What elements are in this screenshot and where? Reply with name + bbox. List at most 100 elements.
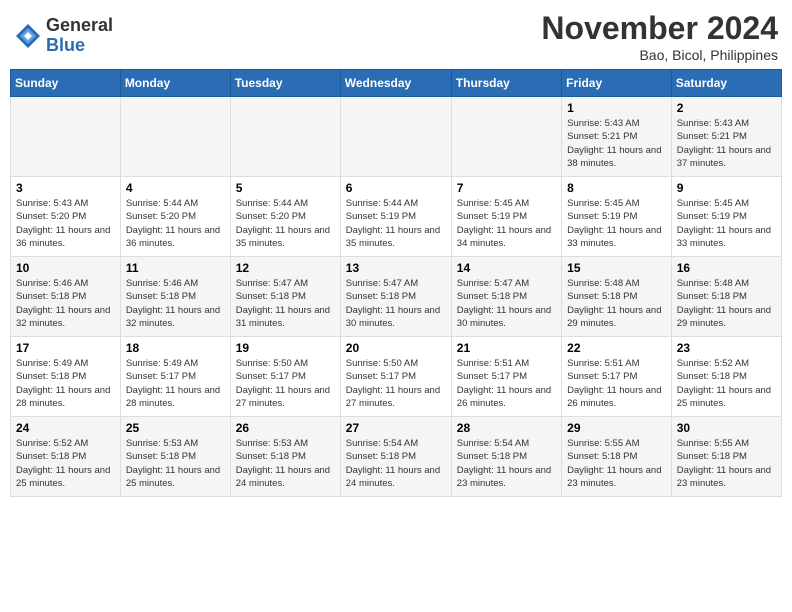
day-info: Sunrise: 5:44 AMSunset: 5:20 PMDaylight:… <box>236 197 335 250</box>
calendar-cell: 8 Sunrise: 5:45 AMSunset: 5:19 PMDaylight… <box>562 177 672 257</box>
day-info: Sunrise: 5:45 AMSunset: 5:19 PMDaylight:… <box>457 197 556 250</box>
day-number: 16 <box>677 261 776 275</box>
day-info: Sunrise: 5:49 AMSunset: 5:17 PMDaylight:… <box>126 357 225 410</box>
calendar-cell: 6 Sunrise: 5:44 AMSunset: 5:19 PMDaylight… <box>340 177 451 257</box>
day-number: 30 <box>677 421 776 435</box>
calendar-cell: 12 Sunrise: 5:47 AMSunset: 5:18 PMDayligh… <box>230 257 340 337</box>
day-number: 10 <box>16 261 115 275</box>
calendar-cell: 7 Sunrise: 5:45 AMSunset: 5:19 PMDaylight… <box>451 177 561 257</box>
calendar-cell: 18 Sunrise: 5:49 AMSunset: 5:17 PMDayligh… <box>120 337 230 417</box>
calendar-cell <box>230 97 340 177</box>
day-number: 23 <box>677 341 776 355</box>
day-number: 21 <box>457 341 556 355</box>
logo-text: General Blue <box>46 16 113 56</box>
day-number: 12 <box>236 261 335 275</box>
day-number: 19 <box>236 341 335 355</box>
location: Bao, Bicol, Philippines <box>541 47 778 63</box>
calendar-cell: 20 Sunrise: 5:50 AMSunset: 5:17 PMDayligh… <box>340 337 451 417</box>
calendar-cell <box>340 97 451 177</box>
calendar-cell: 19 Sunrise: 5:50 AMSunset: 5:17 PMDayligh… <box>230 337 340 417</box>
weekday-header: Monday <box>120 70 230 97</box>
calendar-cell: 1 Sunrise: 5:43 AMSunset: 5:21 PMDaylight… <box>562 97 672 177</box>
calendar-cell: 11Sunrise: 5:46 AMSunset: 5:18 PMDayligh… <box>120 257 230 337</box>
day-info: Sunrise: 5:55 AMSunset: 5:18 PMDaylight:… <box>677 437 776 490</box>
day-info: Sunrise: 5:50 AMSunset: 5:17 PMDaylight:… <box>346 357 446 410</box>
weekday-header: Sunday <box>11 70 121 97</box>
weekday-header: Tuesday <box>230 70 340 97</box>
day-number: 27 <box>346 421 446 435</box>
calendar-cell: 30 Sunrise: 5:55 AMSunset: 5:18 PMDayligh… <box>671 417 781 497</box>
day-info: Sunrise: 5:51 AMSunset: 5:17 PMDaylight:… <box>457 357 556 410</box>
day-info: Sunrise: 5:44 AMSunset: 5:19 PMDaylight:… <box>346 197 446 250</box>
day-number: 15 <box>567 261 666 275</box>
calendar-cell: 25Sunrise: 5:53 AMSunset: 5:18 PMDayligh… <box>120 417 230 497</box>
calendar-cell: 9 Sunrise: 5:45 AMSunset: 5:19 PMDaylight… <box>671 177 781 257</box>
title-area: November 2024 Bao, Bicol, Philippines <box>541 10 778 63</box>
calendar-cell <box>120 97 230 177</box>
day-number: 24 <box>16 421 115 435</box>
calendar-cell: 17 Sunrise: 5:49 AMSunset: 5:18 PMDayligh… <box>11 337 121 417</box>
calendar-cell: 14 Sunrise: 5:47 AMSunset: 5:18 PMDayligh… <box>451 257 561 337</box>
day-number: 6 <box>346 181 446 195</box>
day-number: 5 <box>236 181 335 195</box>
calendar-week-row: 24Sunrise: 5:52 AMSunset: 5:18 PMDayligh… <box>11 417 782 497</box>
day-number: 17 <box>16 341 115 355</box>
day-info: Sunrise: 5:43 AMSunset: 5:21 PMDaylight:… <box>677 117 776 170</box>
weekday-header: Saturday <box>671 70 781 97</box>
day-info: Sunrise: 5:43 AMSunset: 5:20 PMDaylight:… <box>16 197 115 250</box>
calendar-cell: 15 Sunrise: 5:48 AMSunset: 5:18 PMDayligh… <box>562 257 672 337</box>
day-number: 18 <box>126 341 225 355</box>
calendar-cell: 13 Sunrise: 5:47 AMSunset: 5:18 PMDayligh… <box>340 257 451 337</box>
calendar-cell: 27 Sunrise: 5:54 AMSunset: 5:18 PMDayligh… <box>340 417 451 497</box>
day-info: Sunrise: 5:52 AMSunset: 5:18 PMDaylight:… <box>677 357 776 410</box>
day-info: Sunrise: 5:47 AMSunset: 5:18 PMDaylight:… <box>457 277 556 330</box>
day-info: Sunrise: 5:45 AMSunset: 5:19 PMDaylight:… <box>567 197 666 250</box>
calendar-cell: 26Sunrise: 5:53 AMSunset: 5:18 PMDayligh… <box>230 417 340 497</box>
calendar-cell: 16Sunrise: 5:48 AMSunset: 5:18 PMDayligh… <box>671 257 781 337</box>
calendar-week-row: 10 Sunrise: 5:46 AMSunset: 5:18 PMDayligh… <box>11 257 782 337</box>
day-info: Sunrise: 5:45 AMSunset: 5:19 PMDaylight:… <box>677 197 776 250</box>
day-number: 20 <box>346 341 446 355</box>
calendar-cell: 21 Sunrise: 5:51 AMSunset: 5:17 PMDayligh… <box>451 337 561 417</box>
calendar-week-row: 1 Sunrise: 5:43 AMSunset: 5:21 PMDaylight… <box>11 97 782 177</box>
calendar-cell: 10 Sunrise: 5:46 AMSunset: 5:18 PMDayligh… <box>11 257 121 337</box>
day-info: Sunrise: 5:46 AMSunset: 5:18 PMDaylight:… <box>16 277 115 330</box>
page-header: General Blue November 2024 Bao, Bicol, P… <box>10 10 782 63</box>
calendar-cell: 28Sunrise: 5:54 AMSunset: 5:18 PMDayligh… <box>451 417 561 497</box>
day-info: Sunrise: 5:48 AMSunset: 5:18 PMDaylight:… <box>567 277 666 330</box>
calendar-cell: 24Sunrise: 5:52 AMSunset: 5:18 PMDayligh… <box>11 417 121 497</box>
calendar-cell: 2 Sunrise: 5:43 AMSunset: 5:21 PMDaylight… <box>671 97 781 177</box>
calendar-table: SundayMondayTuesdayWednesdayThursdayFrid… <box>10 69 782 497</box>
day-number: 29 <box>567 421 666 435</box>
day-info: Sunrise: 5:44 AMSunset: 5:20 PMDaylight:… <box>126 197 225 250</box>
calendar-cell: 22Sunrise: 5:51 AMSunset: 5:17 PMDayligh… <box>562 337 672 417</box>
day-info: Sunrise: 5:50 AMSunset: 5:17 PMDaylight:… <box>236 357 335 410</box>
weekday-header: Thursday <box>451 70 561 97</box>
logo: General Blue <box>14 16 113 56</box>
weekday-header: Friday <box>562 70 672 97</box>
day-info: Sunrise: 5:49 AMSunset: 5:18 PMDaylight:… <box>16 357 115 410</box>
day-number: 1 <box>567 101 666 115</box>
calendar-cell: 23 Sunrise: 5:52 AMSunset: 5:18 PMDayligh… <box>671 337 781 417</box>
day-number: 26 <box>236 421 335 435</box>
calendar-cell: 5 Sunrise: 5:44 AMSunset: 5:20 PMDaylight… <box>230 177 340 257</box>
day-info: Sunrise: 5:47 AMSunset: 5:18 PMDaylight:… <box>236 277 335 330</box>
day-info: Sunrise: 5:51 AMSunset: 5:17 PMDaylight:… <box>567 357 666 410</box>
day-number: 8 <box>567 181 666 195</box>
calendar-week-row: 3 Sunrise: 5:43 AMSunset: 5:20 PMDaylight… <box>11 177 782 257</box>
day-info: Sunrise: 5:54 AMSunset: 5:18 PMDaylight:… <box>346 437 446 490</box>
calendar-cell: 3 Sunrise: 5:43 AMSunset: 5:20 PMDaylight… <box>11 177 121 257</box>
day-number: 7 <box>457 181 556 195</box>
logo-blue: Blue <box>46 36 113 56</box>
day-number: 9 <box>677 181 776 195</box>
day-number: 13 <box>346 261 446 275</box>
calendar-cell: 29Sunrise: 5:55 AMSunset: 5:18 PMDayligh… <box>562 417 672 497</box>
day-info: Sunrise: 5:47 AMSunset: 5:18 PMDaylight:… <box>346 277 446 330</box>
day-number: 3 <box>16 181 115 195</box>
day-number: 2 <box>677 101 776 115</box>
day-info: Sunrise: 5:54 AMSunset: 5:18 PMDaylight:… <box>457 437 556 490</box>
weekday-header: Wednesday <box>340 70 451 97</box>
day-info: Sunrise: 5:43 AMSunset: 5:21 PMDaylight:… <box>567 117 666 170</box>
day-number: 4 <box>126 181 225 195</box>
day-number: 14 <box>457 261 556 275</box>
